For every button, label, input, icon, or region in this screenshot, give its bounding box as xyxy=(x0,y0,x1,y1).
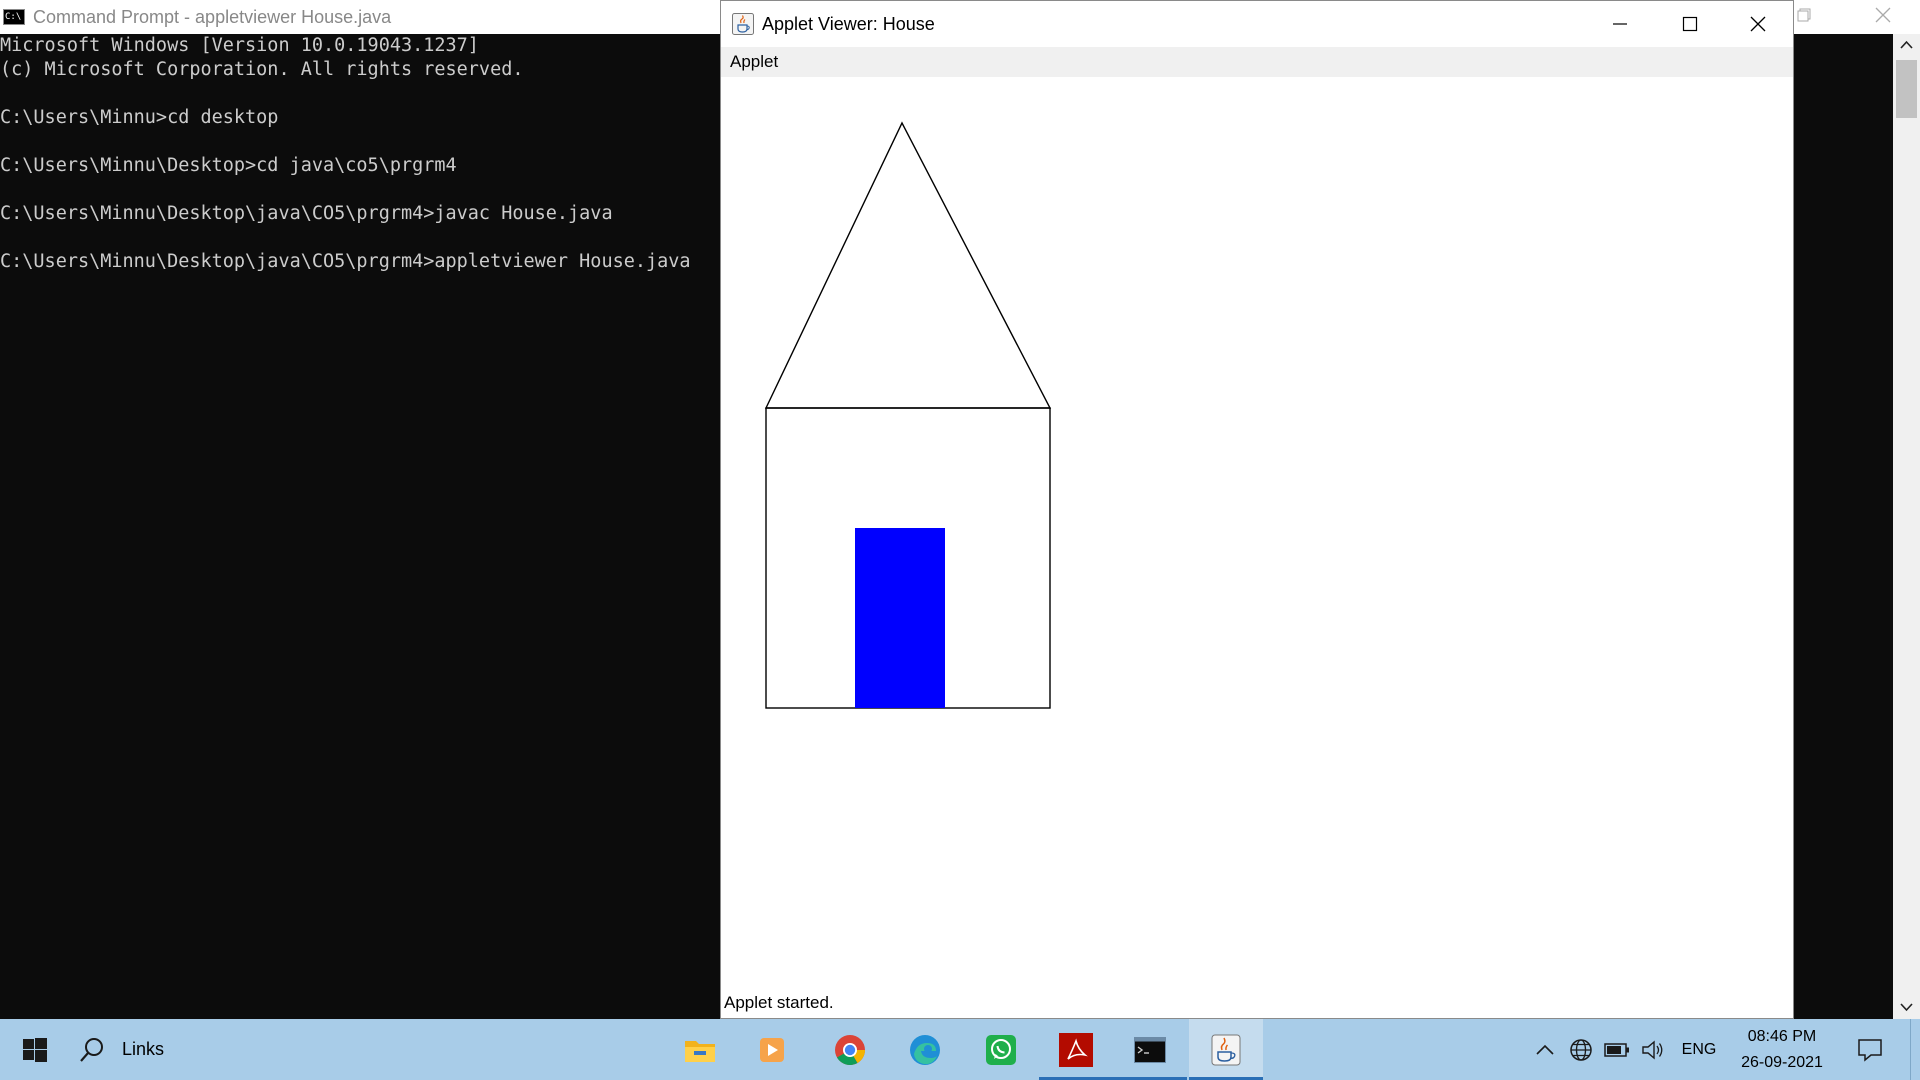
applet-drawing-canvas xyxy=(721,77,1793,995)
menu-item-applet[interactable]: Applet xyxy=(730,52,778,72)
applet-title-bar[interactable]: Applet Viewer: House xyxy=(721,1,1793,47)
applet-menu-bar: Applet xyxy=(721,47,1793,77)
battery-button[interactable] xyxy=(1600,1019,1634,1080)
minimize-icon xyxy=(1613,23,1627,25)
chevron-up-icon xyxy=(1536,1044,1554,1055)
media-player-icon xyxy=(760,1037,784,1062)
taskbar-app-edge[interactable] xyxy=(888,1019,962,1080)
taskbar-app-acrobat-reader[interactable] xyxy=(1039,1019,1113,1080)
show-hidden-icons-button[interactable] xyxy=(1530,1019,1560,1080)
scrollbar-thumb[interactable] xyxy=(1896,60,1917,118)
cmd-line: Microsoft Windows [Version 10.0.19043.12… xyxy=(0,35,479,56)
windows-logo-icon xyxy=(23,1037,47,1062)
chrome-icon xyxy=(835,1034,865,1065)
acrobat-reader-icon xyxy=(1059,1032,1093,1067)
clock-time: 08:46 PM xyxy=(1747,1027,1817,1045)
taskbar-app-media-player[interactable] xyxy=(735,1019,809,1080)
cmd-line xyxy=(0,178,720,202)
cmd-line: C:\Users\Minnu\Desktop\java\CO5\prgrm4>a… xyxy=(0,251,691,272)
network-button[interactable] xyxy=(1564,1019,1598,1080)
show-desktop-button[interactable] xyxy=(1910,1019,1920,1080)
taskbar-app-java[interactable] xyxy=(1189,1019,1263,1080)
scroll-down-arrow-icon[interactable] xyxy=(1893,995,1920,1019)
input-language-button[interactable]: ENG xyxy=(1676,1019,1722,1080)
scroll-up-arrow-icon[interactable] xyxy=(1893,34,1920,58)
search-icon xyxy=(80,1037,103,1062)
house-drawing xyxy=(764,121,1052,709)
taskbar-app-chrome[interactable] xyxy=(813,1019,887,1080)
cmd-output: Microsoft Windows [Version 10.0.19043.12… xyxy=(0,34,720,274)
speaker-icon xyxy=(1642,1040,1663,1059)
taskbar-app-whatsapp[interactable] xyxy=(964,1019,1038,1080)
cmd-line xyxy=(0,82,720,106)
whatsapp-icon xyxy=(986,1034,1016,1065)
vertical-scrollbar[interactable] xyxy=(1893,34,1920,1019)
clock-date: 26-09-2021 xyxy=(1741,1053,1823,1071)
cmd-line: (c) Microsoft Corporation. All rights re… xyxy=(0,59,524,80)
cmd-line: C:\Users\Minnu>cd desktop xyxy=(0,107,279,128)
java-coffee-icon xyxy=(1211,1034,1241,1065)
search-button[interactable]: Links xyxy=(78,1019,258,1080)
search-label: Links xyxy=(122,1039,165,1059)
clock-button[interactable]: 08:46 PM 26-09-2021 xyxy=(1726,1019,1838,1080)
cmd-line: C:\Users\Minnu\Desktop>cd java\co5\prgrm… xyxy=(0,155,457,176)
cmd-window-title: Command Prompt - appletviewer House.java xyxy=(33,6,392,27)
maximize-icon xyxy=(1682,16,1698,32)
house-roof xyxy=(764,121,1052,409)
applet-viewer-window[interactable]: Applet Viewer: House Applet Applet start… xyxy=(720,0,1794,1019)
notification-icon xyxy=(1858,1038,1882,1062)
house-door xyxy=(855,528,945,708)
taskbar-app-command-prompt[interactable] xyxy=(1113,1019,1187,1080)
volume-button[interactable] xyxy=(1636,1019,1670,1080)
edge-icon xyxy=(910,1034,940,1065)
cmd-line: C:\Users\Minnu\Desktop\java\CO5\prgrm4>j… xyxy=(0,203,613,224)
taskbar: Links ENG 08:46 PM 26-09-2021 xyxy=(0,1019,1920,1080)
start-button[interactable] xyxy=(0,1019,70,1080)
applet-window-title: Applet Viewer: House xyxy=(762,14,935,34)
minimize-button[interactable] xyxy=(1585,1,1655,47)
close-button[interactable] xyxy=(1723,1,1793,47)
maximize-button[interactable] xyxy=(1655,1,1725,47)
cmd-line xyxy=(0,130,720,154)
globe-icon xyxy=(1570,1038,1592,1061)
command-prompt-icon xyxy=(1134,1036,1166,1063)
close-icon xyxy=(1750,16,1766,32)
notification-center-button[interactable] xyxy=(1840,1019,1900,1080)
java-coffee-icon xyxy=(732,13,754,35)
applet-status-text: Applet started. xyxy=(724,993,834,1012)
cmd-app-icon: C:\ xyxy=(3,9,25,25)
folder-icon xyxy=(685,1040,715,1062)
cmd-line xyxy=(0,226,720,250)
battery-icon xyxy=(1604,1042,1629,1057)
close-icon[interactable] xyxy=(1874,6,1892,24)
restore-icon[interactable] xyxy=(1797,8,1811,22)
taskbar-app-file-explorer[interactable] xyxy=(663,1019,737,1080)
